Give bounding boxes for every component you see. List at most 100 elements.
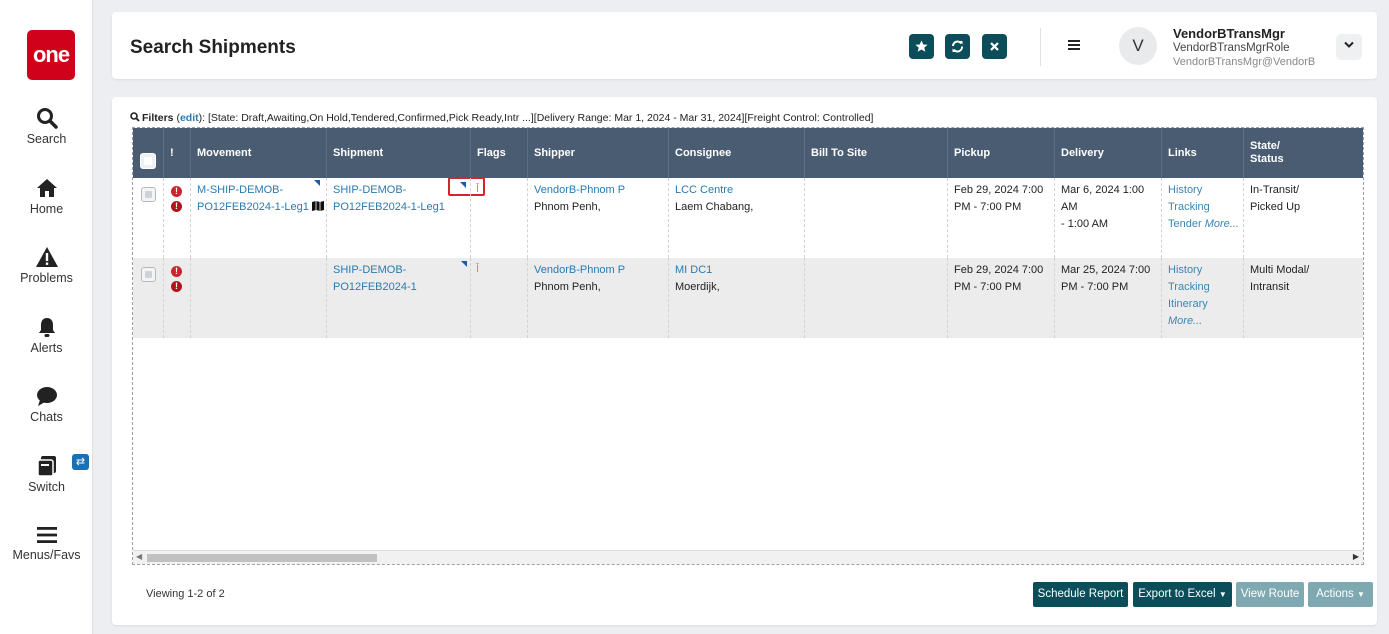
consignee-link[interactable]: MI DC1 bbox=[675, 262, 804, 279]
consignee-city: Laem Chabang, bbox=[675, 201, 754, 213]
column-alert[interactable]: ! bbox=[163, 128, 190, 178]
exclamation-icon[interactable]: ! bbox=[171, 201, 182, 212]
delivery-date: Mar 6, 2024 1:00 AM bbox=[1061, 184, 1145, 213]
home-icon bbox=[36, 179, 57, 197]
scroll-right-icon[interactable]: ▶ bbox=[1353, 552, 1359, 561]
consignee-cell: MI DC1 Moerdijk, bbox=[668, 258, 804, 338]
itinerary-link[interactable]: Itinerary bbox=[1168, 296, 1243, 313]
nav-chats[interactable]: Chats bbox=[0, 385, 93, 424]
column-shipment[interactable]: Shipment bbox=[326, 128, 470, 178]
avatar[interactable]: V bbox=[1119, 27, 1157, 65]
tender-link[interactable]: Tender bbox=[1168, 218, 1202, 230]
nav-problems[interactable]: Problems bbox=[0, 246, 93, 285]
close-icon bbox=[990, 42, 999, 51]
movement-cell bbox=[190, 258, 326, 338]
user-email: VendorBTransMgr@VendorB bbox=[1173, 56, 1316, 68]
select-all-column bbox=[133, 128, 163, 178]
column-flags[interactable]: Flags bbox=[470, 128, 527, 178]
status-text: Intransit bbox=[1250, 281, 1290, 293]
nav-chats-label: Chats bbox=[30, 410, 63, 424]
column-shipper[interactable]: Shipper bbox=[527, 128, 668, 178]
filters-label: Filters bbox=[142, 112, 174, 124]
pickup-cell: Feb 29, 2024 7:00 PM - 7:00 PM bbox=[947, 178, 1054, 258]
export-to-excel-button[interactable]: Export to Excel ▼ bbox=[1133, 582, 1232, 607]
flag-indicator[interactable]: Ī bbox=[476, 261, 479, 278]
column-state-status[interactable]: State/ Status bbox=[1243, 128, 1363, 178]
shipments-table: ! Movement Shipment Flags Shipper Consig… bbox=[132, 127, 1364, 565]
state-cell: Multi Modal/ Intransit bbox=[1243, 258, 1363, 338]
column-consignee[interactable]: Consignee bbox=[668, 128, 804, 178]
exclamation-icon[interactable]: ! bbox=[171, 281, 182, 292]
user-role: VendorBTransMgrRole bbox=[1173, 42, 1290, 54]
refresh-button[interactable] bbox=[945, 34, 970, 59]
map-icon[interactable] bbox=[311, 201, 324, 211]
corner-marker-icon[interactable] bbox=[461, 261, 467, 267]
status-text: Picked Up bbox=[1250, 201, 1301, 213]
table-row[interactable]: ! ! SHIP-DEMOB- PO12FEB2024-1 Ī VendorB-… bbox=[133, 258, 1363, 338]
export-to-excel-label: Export to Excel bbox=[1138, 588, 1216, 600]
filters-text: : [State: Draft,Awaiting,On Hold,Tendere… bbox=[202, 112, 874, 124]
exclamation-icon[interactable]: ! bbox=[171, 266, 182, 277]
table-row[interactable]: ! ! M-SHIP-DEMOB- PO12FEB2024-1-Leg1 SHI… bbox=[133, 177, 1363, 258]
nav-menus-favs-label: Menus/Favs bbox=[12, 548, 81, 562]
search-icon bbox=[36, 108, 58, 129]
column-links[interactable]: Links bbox=[1161, 128, 1243, 178]
nav-search-label: Search bbox=[26, 132, 67, 146]
column-pickup[interactable]: Pickup bbox=[947, 128, 1054, 178]
movement-link-line2[interactable]: PO12FEB2024-1-Leg1 bbox=[197, 201, 309, 213]
close-button[interactable] bbox=[982, 34, 1007, 59]
flag-indicator[interactable]: Ī bbox=[476, 181, 479, 198]
consignee-link[interactable]: LCC Centre bbox=[675, 182, 804, 199]
actions-label: Actions bbox=[1316, 588, 1354, 600]
scroll-left-icon[interactable]: ◀ bbox=[136, 552, 142, 561]
scrollbar-thumb[interactable] bbox=[147, 554, 377, 562]
nav-menus-favs[interactable]: Menus/Favs bbox=[0, 525, 93, 562]
tracking-link[interactable]: Tracking bbox=[1168, 199, 1243, 216]
chat-icon bbox=[36, 387, 57, 406]
exclamation-icon[interactable]: ! bbox=[171, 186, 182, 197]
column-movement[interactable]: Movement bbox=[190, 128, 326, 178]
row-checkbox[interactable] bbox=[141, 187, 156, 202]
schedule-report-button[interactable]: Schedule Report bbox=[1033, 582, 1128, 607]
more-link[interactable]: More... bbox=[1205, 218, 1239, 230]
corner-marker-icon[interactable] bbox=[460, 182, 466, 188]
actions-button[interactable]: Actions ▼ bbox=[1308, 582, 1373, 607]
app-frame: one Search Home Problems Alerts Chats Sw… bbox=[0, 0, 1389, 634]
shipper-city: Phnom Penh, bbox=[534, 281, 601, 293]
switch-badge-icon[interactable]: ⇄ bbox=[72, 454, 89, 470]
user-menu-button[interactable] bbox=[1336, 34, 1362, 60]
history-link[interactable]: History bbox=[1168, 182, 1243, 199]
nav-home[interactable]: Home bbox=[0, 177, 93, 216]
favorite-button[interactable] bbox=[909, 34, 934, 59]
pickup-date: Feb 29, 2024 7:00 bbox=[954, 264, 1044, 276]
row-checkbox[interactable] bbox=[141, 267, 156, 282]
pickup-time: PM - 7:00 PM bbox=[954, 201, 1022, 213]
more-link[interactable]: More... bbox=[1168, 313, 1243, 330]
page-title: Search Shipments bbox=[130, 37, 296, 58]
select-all-checkbox[interactable] bbox=[140, 153, 156, 169]
nav-problems-label: Problems bbox=[20, 271, 73, 285]
shipment-link[interactable]: SHIP-DEMOB- bbox=[333, 262, 470, 279]
flags-cell: Ī bbox=[470, 258, 527, 338]
star-icon bbox=[915, 40, 928, 52]
consignee-city: Moerdijk, bbox=[675, 281, 720, 293]
horizontal-scrollbar[interactable]: ◀ ▶ bbox=[133, 550, 1363, 564]
filters-edit-link[interactable]: edit bbox=[180, 112, 199, 124]
app-logo[interactable]: one bbox=[27, 30, 75, 80]
tracking-link[interactable]: Tracking bbox=[1168, 279, 1243, 296]
shipper-city: Phnom Penh, bbox=[534, 201, 601, 213]
nav-search[interactable]: Search bbox=[0, 107, 93, 146]
shipper-link[interactable]: VendorB-Phnom P bbox=[534, 262, 668, 279]
view-route-button[interactable]: View Route bbox=[1236, 582, 1304, 607]
shipper-link[interactable]: VendorB-Phnom P bbox=[534, 182, 668, 199]
nav-alerts[interactable]: Alerts bbox=[0, 316, 93, 355]
consignee-cell: LCC Centre Laem Chabang, bbox=[668, 178, 804, 258]
column-bill-to-site[interactable]: Bill To Site bbox=[804, 128, 947, 178]
shipment-link-line2[interactable]: PO12FEB2024-1 bbox=[333, 279, 470, 296]
history-link[interactable]: History bbox=[1168, 262, 1243, 279]
menu-icon[interactable] bbox=[1067, 38, 1081, 52]
movement-link[interactable]: M-SHIP-DEMOB- bbox=[197, 182, 326, 199]
column-delivery[interactable]: Delivery bbox=[1054, 128, 1161, 178]
state-text: Multi Modal/ bbox=[1250, 264, 1310, 276]
shipment-link-line2[interactable]: PO12FEB2024-1-Leg1 bbox=[333, 199, 470, 216]
